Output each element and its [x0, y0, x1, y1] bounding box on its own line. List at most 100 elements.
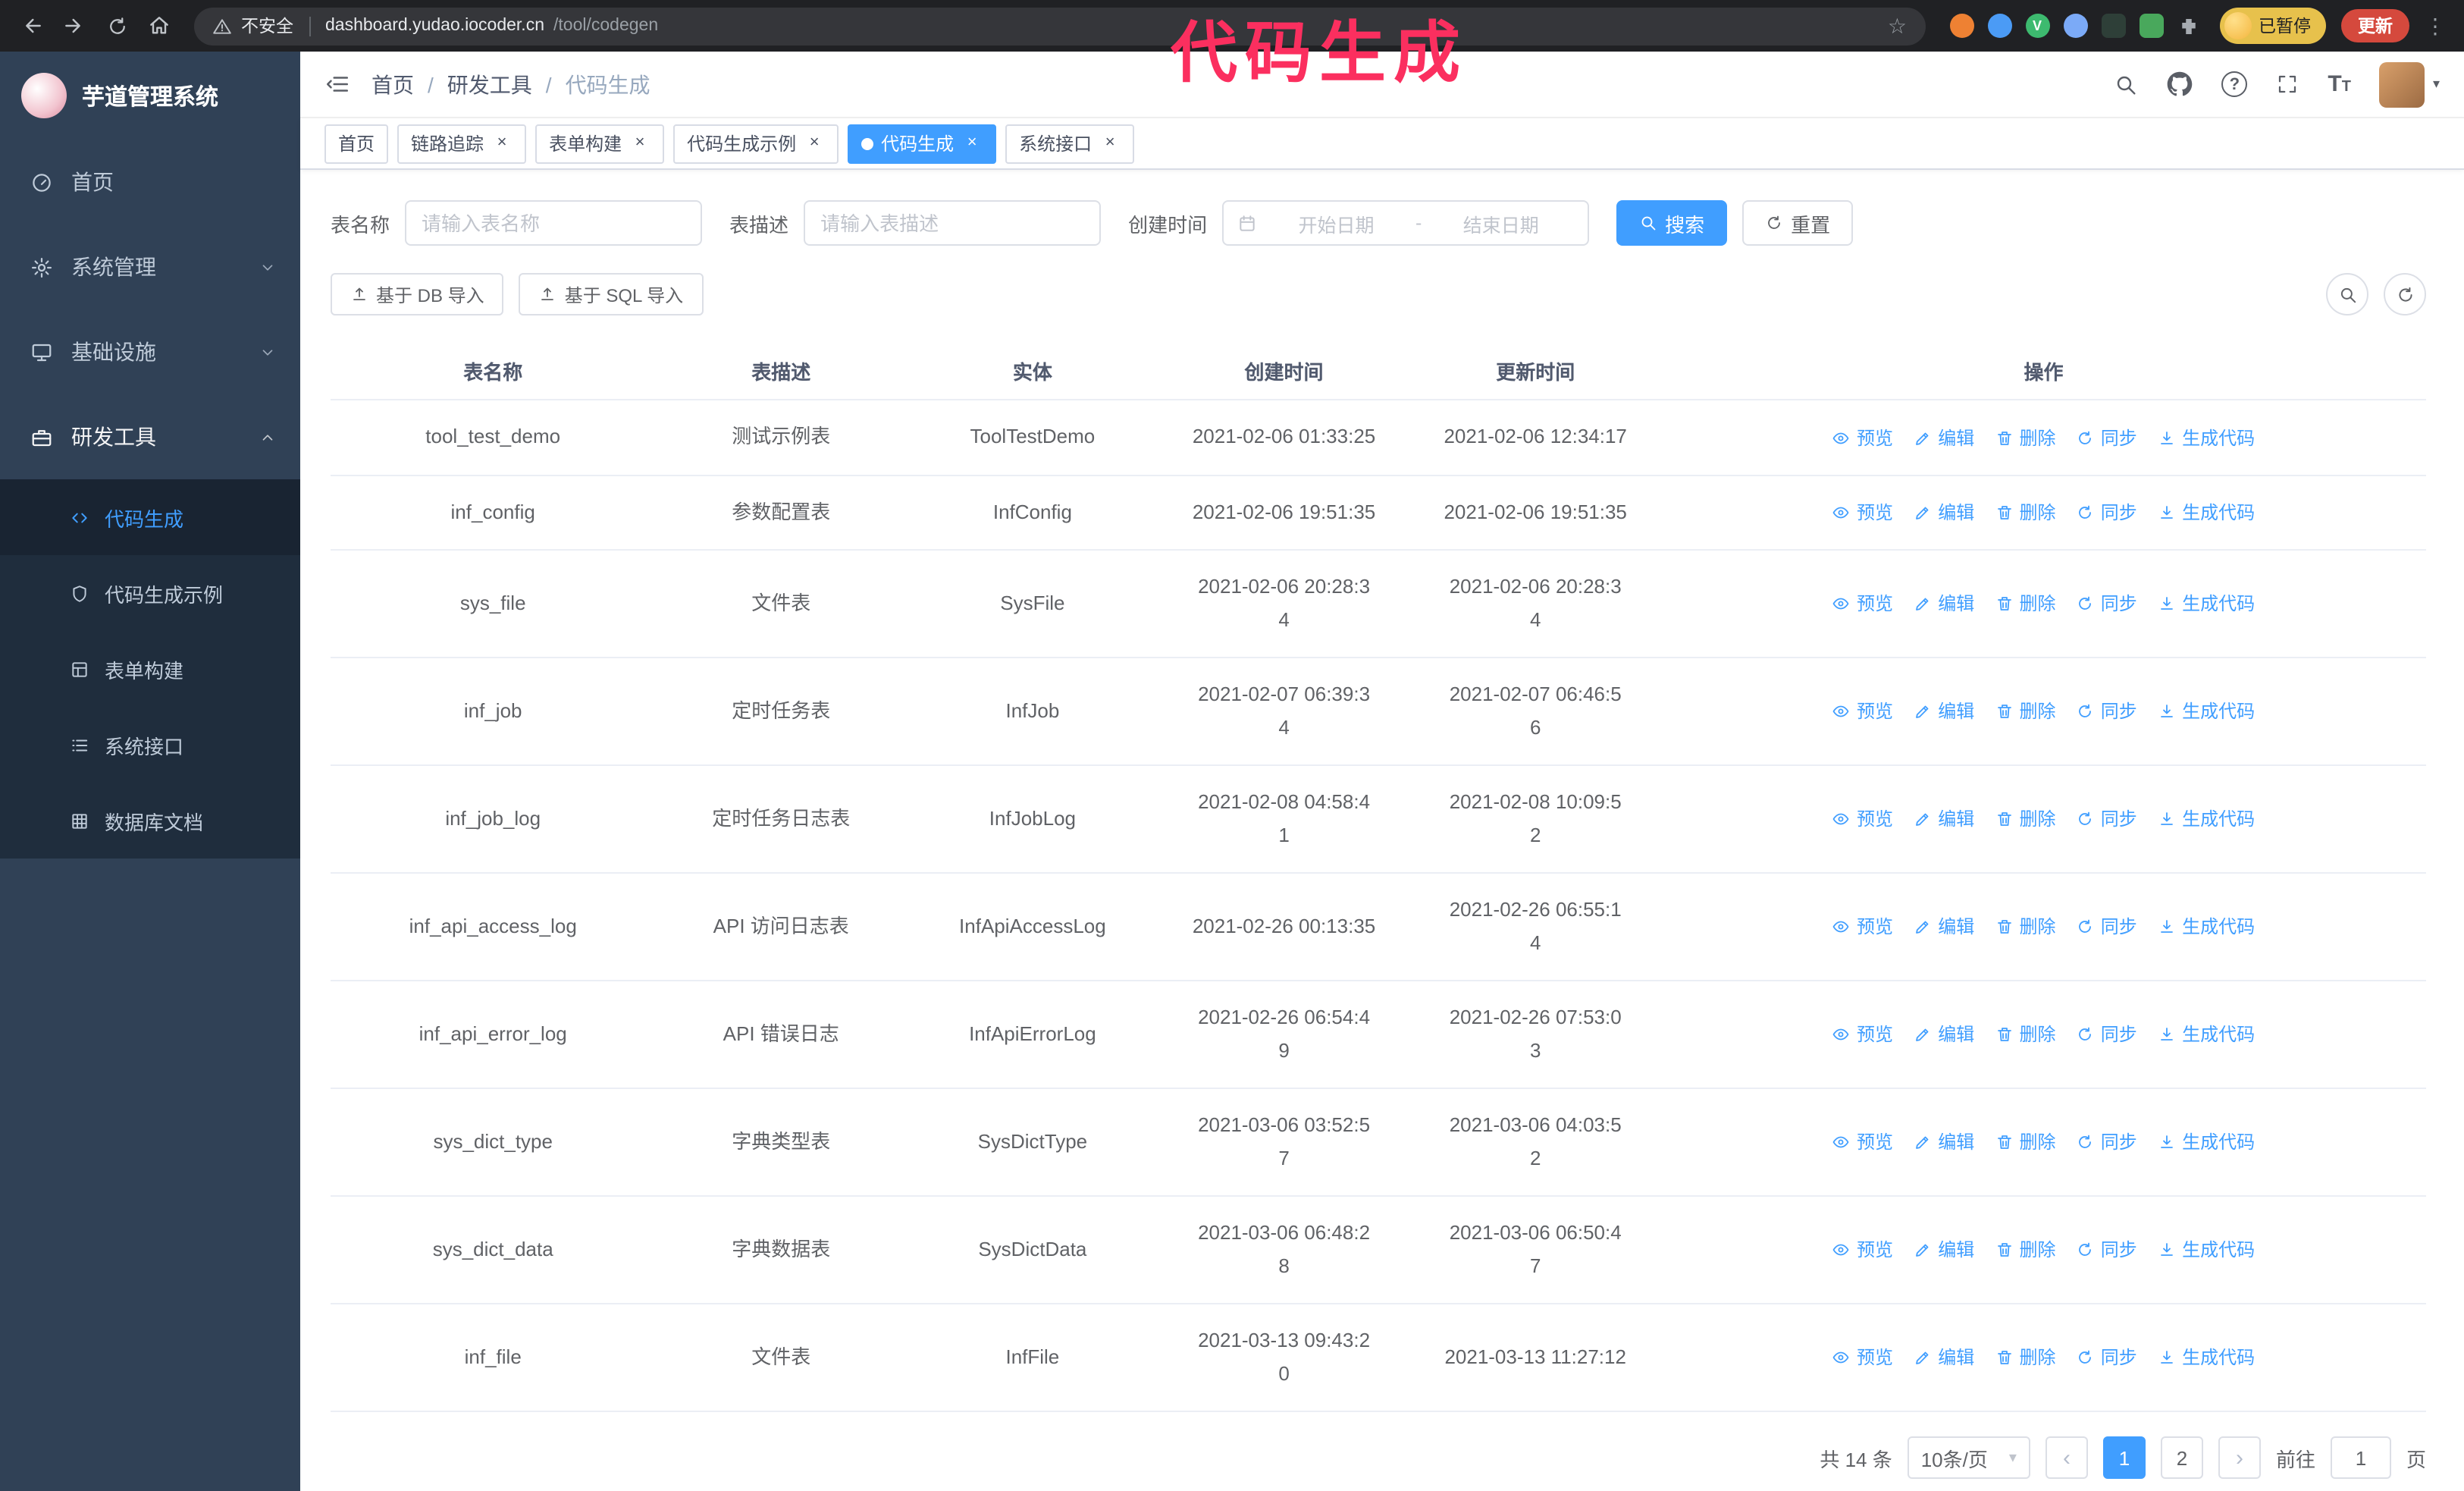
- sync-link[interactable]: 同步: [2077, 421, 2137, 454]
- delete-link[interactable]: 删除: [1995, 1234, 2056, 1267]
- preview-link[interactable]: 预览: [1832, 1342, 1893, 1375]
- generate-code-link[interactable]: 生成代码: [2158, 695, 2255, 729]
- edit-link[interactable]: 编辑: [1914, 496, 1974, 529]
- import-sql-button[interactable]: 基于 SQL 导入: [519, 273, 704, 315]
- tab[interactable]: 表单构建 ×: [535, 124, 665, 163]
- breadcrumb-home[interactable]: 首页: [371, 69, 414, 99]
- generate-code-link[interactable]: 生成代码: [2158, 911, 2255, 944]
- preview-link[interactable]: 预览: [1832, 1234, 1893, 1267]
- sync-link[interactable]: 同步: [2077, 1019, 2137, 1052]
- profile-paused-badge[interactable]: 已暂停: [2219, 8, 2326, 44]
- edit-link[interactable]: 编辑: [1914, 1342, 1974, 1375]
- tab[interactable]: 代码生成 ×: [848, 124, 997, 163]
- preview-link[interactable]: 预览: [1832, 496, 1893, 529]
- tab-close-icon[interactable]: ×: [491, 133, 513, 154]
- table-desc-input[interactable]: [804, 200, 1102, 246]
- sidebar-item-codegen-example[interactable]: 代码生成示例: [0, 555, 300, 631]
- sync-link[interactable]: 同步: [2077, 1126, 2137, 1160]
- tab[interactable]: 链路追踪 ×: [397, 124, 527, 163]
- tab-close-icon[interactable]: ×: [1099, 133, 1121, 154]
- browser-menu-icon[interactable]: ⋮: [2419, 13, 2452, 39]
- tab[interactable]: 系统接口 ×: [1005, 124, 1135, 163]
- sync-link[interactable]: 同步: [2077, 695, 2137, 729]
- sidebar-item-db-doc[interactable]: 数据库文档: [0, 783, 300, 859]
- edit-link[interactable]: 编辑: [1914, 1234, 1974, 1267]
- preview-link[interactable]: 预览: [1832, 911, 1893, 944]
- sync-link[interactable]: 同步: [2077, 496, 2137, 529]
- table-name-input[interactable]: [405, 200, 703, 246]
- delete-link[interactable]: 删除: [1995, 695, 2056, 729]
- delete-link[interactable]: 删除: [1995, 1342, 2056, 1375]
- security-label[interactable]: 不安全: [241, 14, 293, 38]
- sidebar-item-form-builder[interactable]: 表单构建: [0, 631, 300, 707]
- search-button[interactable]: 搜索: [1616, 200, 1728, 246]
- preview-link[interactable]: 预览: [1832, 695, 1893, 729]
- delete-link[interactable]: 删除: [1995, 1019, 2056, 1052]
- generate-code-link[interactable]: 生成代码: [2158, 588, 2255, 621]
- delete-link[interactable]: 删除: [1995, 803, 2056, 837]
- generate-code-link[interactable]: 生成代码: [2158, 1342, 2255, 1375]
- preview-link[interactable]: 预览: [1832, 1126, 1893, 1160]
- browser-update-button[interactable]: 更新: [2341, 9, 2409, 42]
- browser-forward-button[interactable]: [55, 6, 94, 46]
- font-size-icon[interactable]: TT: [2328, 73, 2351, 96]
- sidebar-item-system-management[interactable]: 系统管理: [0, 224, 300, 309]
- fullscreen-icon[interactable]: [2276, 73, 2299, 96]
- github-icon[interactable]: [2167, 71, 2193, 97]
- sync-link[interactable]: 同步: [2077, 803, 2137, 837]
- extension-icon-5[interactable]: [2101, 14, 2125, 38]
- goto-page-input[interactable]: [2330, 1436, 2391, 1480]
- extension-icon-4[interactable]: [2063, 14, 2087, 38]
- sync-link[interactable]: 同步: [2077, 1342, 2137, 1375]
- page-button-1[interactable]: 1: [2102, 1436, 2146, 1480]
- extension-icon-vue[interactable]: V: [2025, 14, 2049, 38]
- prev-page-button[interactable]: ‹: [2045, 1436, 2088, 1480]
- extension-icon-2[interactable]: [1987, 14, 2011, 38]
- generate-code-link[interactable]: 生成代码: [2158, 421, 2255, 454]
- tab-close-icon[interactable]: ×: [804, 133, 825, 154]
- delete-link[interactable]: 删除: [1995, 421, 2056, 454]
- preview-link[interactable]: 预览: [1832, 1019, 1893, 1052]
- edit-link[interactable]: 编辑: [1914, 588, 1974, 621]
- edit-link[interactable]: 编辑: [1914, 1126, 1974, 1160]
- generate-code-link[interactable]: 生成代码: [2158, 1126, 2255, 1160]
- next-page-button[interactable]: ›: [2218, 1436, 2261, 1480]
- import-db-button[interactable]: 基于 DB 导入: [331, 273, 504, 315]
- tab[interactable]: 首页 ×: [324, 124, 389, 163]
- page-button-2[interactable]: 2: [2160, 1436, 2203, 1480]
- generate-code-link[interactable]: 生成代码: [2158, 1019, 2255, 1052]
- refresh-table-button[interactable]: [2384, 273, 2426, 315]
- toggle-search-button[interactable]: [2326, 273, 2368, 315]
- sync-link[interactable]: 同步: [2077, 1234, 2137, 1267]
- preview-link[interactable]: 预览: [1832, 803, 1893, 837]
- generate-code-link[interactable]: 生成代码: [2158, 496, 2255, 529]
- edit-link[interactable]: 编辑: [1914, 695, 1974, 729]
- bookmark-star-icon[interactable]: ☆: [1888, 13, 1907, 39]
- tab-close-icon[interactable]: ×: [961, 133, 983, 154]
- sidebar-item-infrastructure[interactable]: 基础设施: [0, 309, 300, 394]
- tab-close-icon[interactable]: ×: [629, 133, 650, 154]
- edit-link[interactable]: 编辑: [1914, 1019, 1974, 1052]
- edit-link[interactable]: 编辑: [1914, 421, 1974, 454]
- sidebar-item-system-api[interactable]: 系统接口: [0, 707, 300, 783]
- address-bar[interactable]: 不安全 dashboard.yudao.iocoder.cn /tool/cod…: [194, 7, 1925, 45]
- tab[interactable]: 代码生成示例 ×: [673, 124, 839, 163]
- delete-link[interactable]: 删除: [1995, 496, 2056, 529]
- generate-code-link[interactable]: 生成代码: [2158, 1234, 2255, 1267]
- delete-link[interactable]: 删除: [1995, 911, 2056, 944]
- reset-button[interactable]: 重置: [1742, 200, 1854, 246]
- sidebar-item-home[interactable]: 首页: [0, 140, 300, 224]
- extension-icon-6[interactable]: [2139, 14, 2163, 38]
- edit-link[interactable]: 编辑: [1914, 911, 1974, 944]
- browser-home-button[interactable]: [140, 6, 179, 46]
- delete-link[interactable]: 删除: [1995, 588, 2056, 621]
- delete-link[interactable]: 删除: [1995, 1126, 2056, 1160]
- page-size-select[interactable]: 10条/页 ▾: [1907, 1436, 2030, 1480]
- browser-back-button[interactable]: [12, 6, 52, 46]
- app-logo[interactable]: 芋道管理系统: [0, 52, 300, 140]
- sidebar-toggle-icon[interactable]: [324, 71, 350, 97]
- browser-reload-button[interactable]: [97, 6, 136, 46]
- breadcrumb-dev-tools[interactable]: 研发工具: [447, 69, 532, 99]
- date-start-placeholder[interactable]: 开始日期: [1263, 209, 1409, 237]
- edit-link[interactable]: 编辑: [1914, 803, 1974, 837]
